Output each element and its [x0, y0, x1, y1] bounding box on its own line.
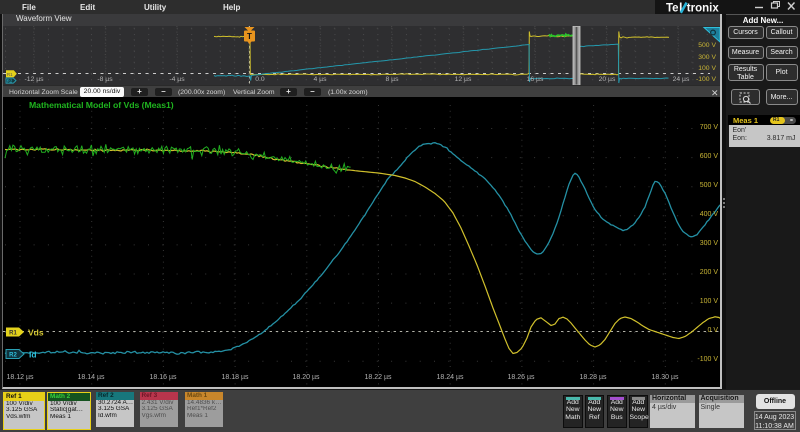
- svg-text:T: T: [247, 32, 252, 41]
- svg-text:tronix: tronix: [687, 2, 720, 14]
- svg-text:Te: Te: [666, 2, 679, 14]
- svg-text:R2: R2: [7, 78, 13, 83]
- svg-text:R1: R1: [7, 72, 13, 77]
